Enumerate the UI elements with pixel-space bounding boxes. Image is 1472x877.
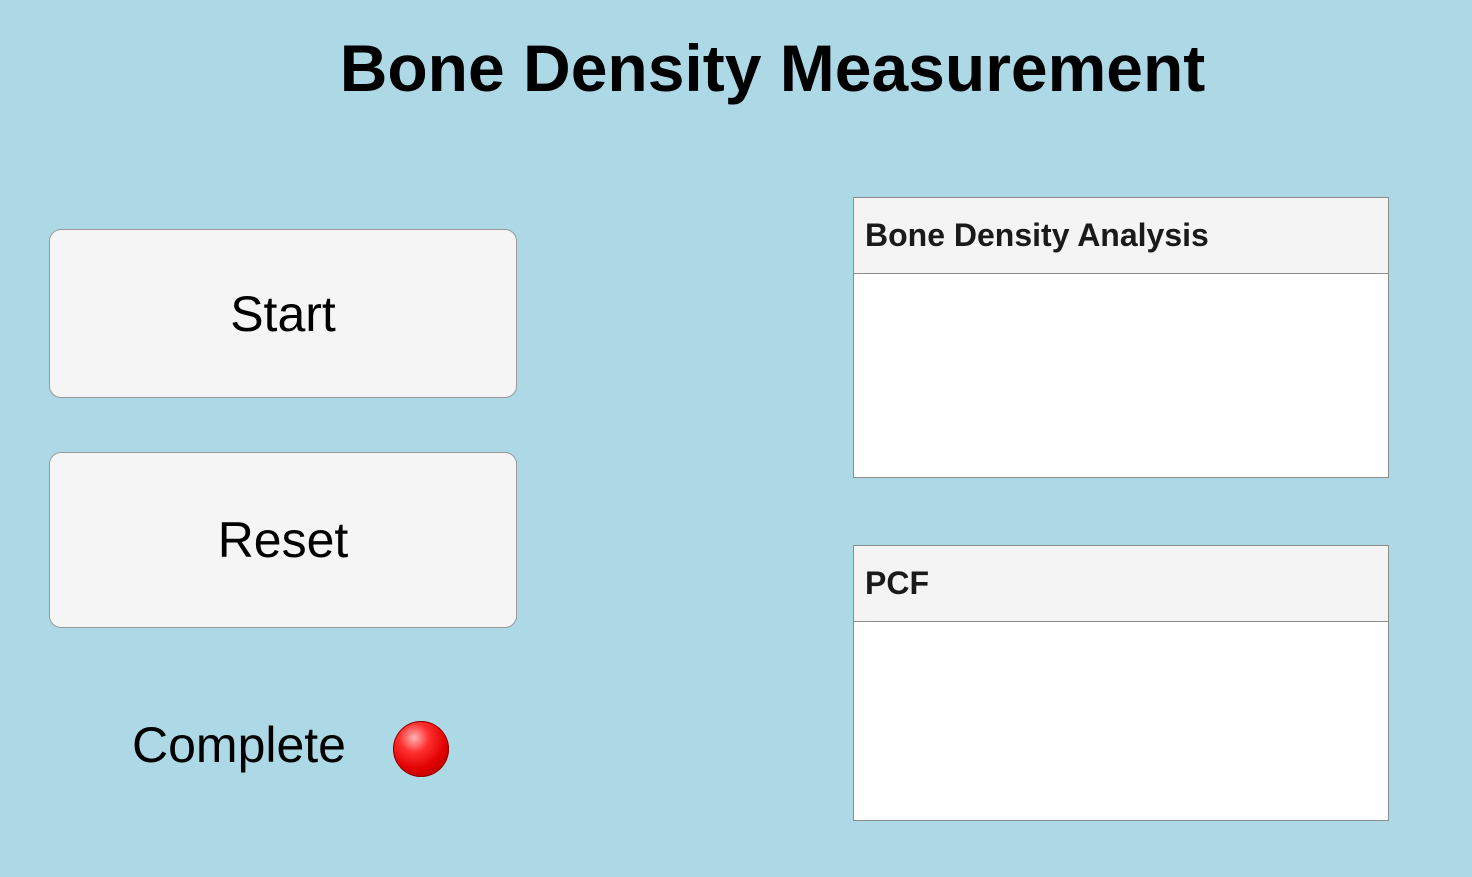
reset-button[interactable]: Reset [49, 452, 517, 628]
panel-title: PCF [854, 546, 1388, 622]
panel-content [854, 622, 1388, 820]
bone-density-analysis-panel: Bone Density Analysis [853, 197, 1389, 478]
panel-title: Bone Density Analysis [854, 198, 1388, 274]
app-window: Bone Density Measurement Start Reset Com… [0, 0, 1472, 877]
pcf-panel: PCF [853, 545, 1389, 821]
start-button[interactable]: Start [49, 229, 517, 398]
complete-lamp-indicator [393, 721, 449, 777]
app-title: Bone Density Measurement [339, 31, 1206, 105]
complete-lamp-label: Complete [132, 717, 346, 773]
panel-content [854, 274, 1388, 477]
